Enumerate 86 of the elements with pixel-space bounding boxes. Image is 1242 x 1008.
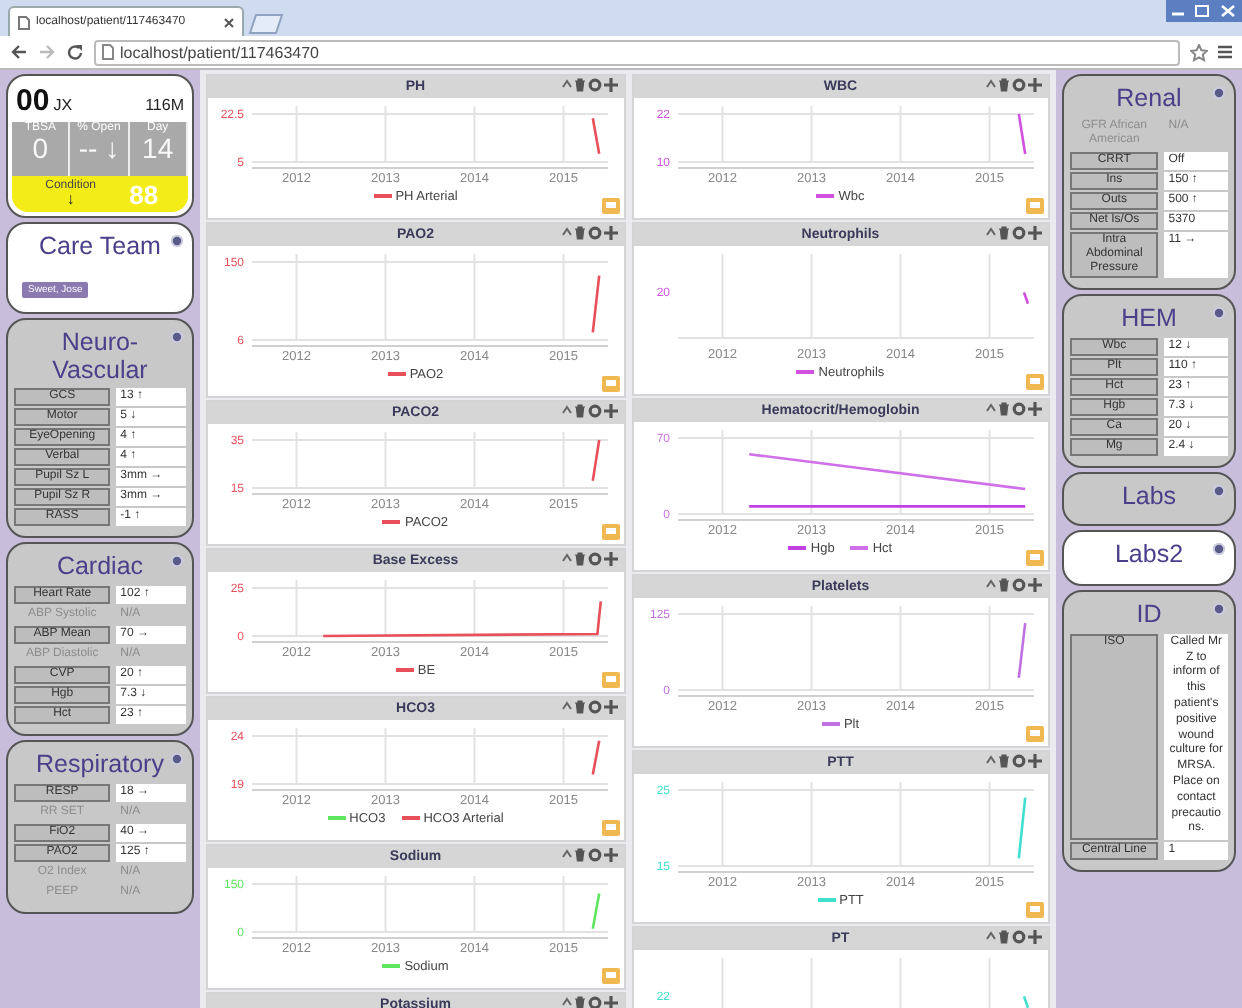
chart-line — [1016, 623, 1026, 678]
plus-icon[interactable] — [1028, 754, 1042, 768]
patient-age-sex: 116M — [145, 96, 184, 114]
stat-value: -- ↓ — [78, 134, 120, 165]
collapse-caret-icon[interactable] — [986, 226, 996, 240]
trash-icon[interactable] — [573, 700, 585, 714]
reload-icon[interactable] — [66, 43, 84, 61]
card-title[interactable]: Respiratory — [14, 748, 186, 784]
settings-icon[interactable] — [587, 996, 601, 1008]
trash-icon[interactable] — [998, 402, 1010, 416]
plus-icon[interactable] — [603, 552, 617, 566]
trash-icon[interactable] — [573, 552, 585, 566]
trash-icon[interactable] — [573, 226, 585, 240]
plus-icon[interactable] — [1028, 402, 1042, 416]
settings-icon[interactable] — [1012, 402, 1026, 416]
plus-icon[interactable] — [603, 226, 617, 240]
trash-icon[interactable] — [573, 404, 585, 418]
bed-number: 00 — [16, 84, 50, 118]
collapse-caret-icon[interactable] — [561, 404, 571, 418]
collapse-caret-icon[interactable] — [986, 402, 996, 416]
page-icon — [18, 15, 30, 29]
collapse-caret-icon[interactable] — [561, 226, 571, 240]
card-title[interactable]: Labs — [1070, 479, 1228, 515]
chart-line — [591, 117, 601, 155]
plus-icon[interactable] — [603, 848, 617, 862]
card-title[interactable]: Labs2 — [1070, 538, 1228, 574]
card-title[interactable]: Care Team — [14, 230, 186, 266]
star-icon[interactable] — [1190, 43, 1208, 61]
stat-value: 0 — [32, 134, 49, 165]
collapse-caret-icon[interactable] — [561, 700, 571, 714]
trash-icon[interactable] — [998, 78, 1010, 92]
settings-icon[interactable] — [1012, 754, 1026, 768]
plus-icon[interactable] — [603, 996, 617, 1008]
collapse-caret-icon[interactable] — [986, 930, 996, 944]
card-title[interactable]: Neuro-Vascular — [14, 325, 186, 389]
settings-icon[interactable] — [587, 700, 601, 714]
menu-icon[interactable] — [1218, 44, 1232, 60]
trash-icon[interactable] — [573, 848, 585, 862]
card-title[interactable]: HEM — [1070, 301, 1228, 337]
stat-value: 14 — [142, 134, 174, 165]
collapse-caret-icon[interactable] — [986, 754, 996, 768]
plus-icon[interactable] — [1028, 930, 1042, 944]
back-icon[interactable] — [10, 44, 28, 60]
address-bar[interactable]: localhost/patient/117463470 — [94, 39, 1180, 65]
settings-icon[interactable] — [587, 848, 601, 862]
plus-icon[interactable] — [603, 78, 617, 92]
trash-icon[interactable] — [998, 226, 1010, 240]
chart-line — [591, 275, 601, 333]
settings-icon[interactable] — [587, 78, 601, 92]
plus-icon[interactable] — [1028, 578, 1042, 592]
trash-icon[interactable] — [998, 578, 1010, 592]
settings-icon[interactable] — [1012, 226, 1026, 240]
condition-score: 88 — [129, 179, 161, 209]
chart-line — [1016, 797, 1026, 859]
plus-icon[interactable] — [1028, 226, 1042, 240]
chart-line — [1016, 113, 1026, 155]
collapse-caret-icon[interactable] — [561, 552, 571, 566]
collapse-caret-icon[interactable] — [561, 996, 571, 1008]
plus-icon[interactable] — [603, 700, 617, 714]
card-title[interactable]: ID — [1070, 598, 1228, 634]
card-title[interactable]: Cardiac — [14, 550, 186, 586]
maximize-icon[interactable] — [1190, 0, 1214, 22]
collapse-caret-icon[interactable] — [561, 78, 571, 92]
card-title[interactable]: Renal — [1070, 82, 1228, 118]
page-icon — [102, 44, 114, 60]
settings-icon[interactable] — [1012, 930, 1026, 944]
trash-icon[interactable] — [998, 754, 1010, 768]
patient-initials: JX — [53, 96, 75, 114]
settings-icon[interactable] — [1012, 78, 1026, 92]
collapse-caret-icon[interactable] — [986, 578, 996, 592]
settings-icon[interactable] — [587, 404, 601, 418]
trash-icon[interactable] — [573, 78, 585, 92]
chart-line — [591, 893, 601, 930]
settings-icon[interactable] — [587, 552, 601, 566]
collapse-caret-icon[interactable] — [561, 848, 571, 862]
settings-icon[interactable] — [1012, 578, 1026, 592]
chart-line — [591, 740, 601, 775]
close-icon[interactable] — [224, 17, 234, 27]
plus-icon[interactable] — [603, 404, 617, 418]
trash-icon[interactable] — [573, 996, 585, 1008]
collapse-caret-icon[interactable] — [986, 78, 996, 92]
settings-icon[interactable] — [587, 226, 601, 240]
chart-line — [591, 439, 601, 481]
plus-icon[interactable] — [1028, 78, 1042, 92]
trash-icon[interactable] — [998, 930, 1010, 944]
condition-arrow: ↓ — [66, 192, 75, 208]
